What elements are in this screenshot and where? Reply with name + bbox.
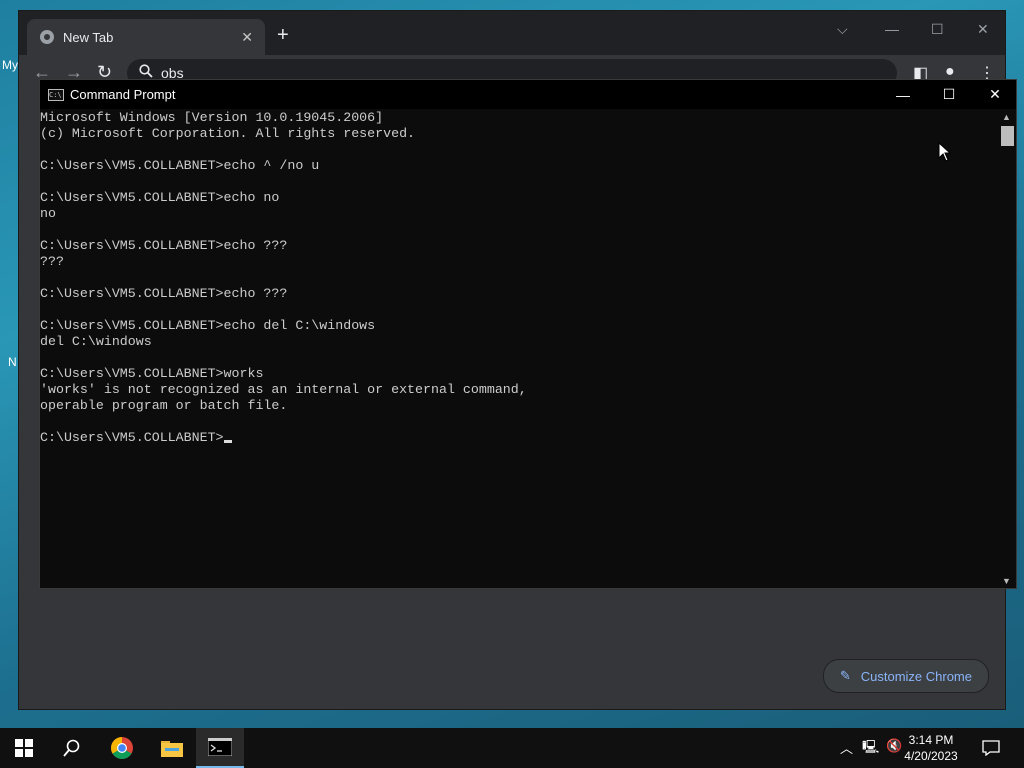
- start-button[interactable]: [0, 728, 48, 768]
- console-output[interactable]: Microsoft Windows [Version 10.0.19045.20…: [40, 110, 998, 588]
- taskbar-command-prompt[interactable]: [196, 728, 244, 768]
- taskbar-search-button[interactable]: [48, 728, 96, 768]
- notification-center-button[interactable]: [968, 728, 1014, 768]
- console-line: C:\Users\VM5.COLLABNET>echo no: [40, 190, 280, 205]
- console-line: C:\Users\VM5.COLLABNET>echo ???: [40, 286, 288, 301]
- taskbar-chrome[interactable]: [98, 728, 146, 768]
- console-line: C:\Users\VM5.COLLABNET>works: [40, 366, 264, 381]
- console-line: C:\Users\VM5.COLLABNET>echo ???: [40, 238, 288, 253]
- cmd-maximize-button[interactable]: ☐: [926, 80, 972, 109]
- clock-date: 4/20/2023: [904, 749, 958, 763]
- show-hidden-icons-chevron-icon[interactable]: ︿: [840, 738, 853, 757]
- scroll-up-arrow-icon[interactable]: ▲: [1002, 112, 1011, 122]
- command-prompt-titlebar[interactable]: C:\ Command Prompt — ☐ ✕: [40, 80, 1016, 109]
- taskbar: ︿ 🖳 🔇 3:14 PM 4/20/2023: [0, 728, 1024, 768]
- tab-close-icon[interactable]: ✕: [241, 29, 253, 46]
- console-line: C:\Users\VM5.COLLABNET>echo ^ /no u: [40, 158, 320, 173]
- desktop-icon-label-my[interactable]: My: [2, 58, 18, 72]
- chrome-minimize-button[interactable]: —: [885, 21, 899, 37]
- chrome-favicon-icon: [40, 30, 54, 44]
- console-line: del C:\windows: [40, 334, 152, 349]
- console-line: 'works' is not recognized as an internal…: [40, 382, 527, 397]
- console-line: (c) Microsoft Corporation. All rights re…: [40, 126, 416, 141]
- text-cursor: [223, 440, 232, 443]
- scroll-down-arrow-icon[interactable]: ▼: [1002, 576, 1011, 586]
- console-prompt-line[interactable]: C:\Users\VM5.COLLABNET>: [40, 430, 998, 446]
- console-line: ???: [40, 254, 64, 269]
- scrollbar-thumb[interactable]: [1001, 126, 1014, 146]
- customize-chrome-button[interactable]: ✎ Customize Chrome: [822, 659, 989, 693]
- command-prompt-title: Command Prompt: [70, 87, 176, 102]
- taskbar-clock[interactable]: 3:14 PM 4/20/2023: [896, 732, 966, 764]
- console-prompt: C:\Users\VM5.COLLABNET>: [40, 430, 224, 445]
- file-explorer-icon: [161, 741, 183, 757]
- network-icon[interactable]: 🖳: [862, 738, 879, 760]
- taskbar-file-explorer[interactable]: [148, 728, 196, 768]
- customize-chrome-label: Customize Chrome: [860, 668, 972, 684]
- chrome-close-button[interactable]: ✕: [977, 21, 989, 38]
- tab-title: New Tab: [63, 29, 114, 45]
- mouse-pointer-icon: [938, 142, 952, 162]
- pencil-icon: ✎: [839, 668, 851, 683]
- windows-logo-icon: [15, 739, 33, 757]
- console-scrollbar[interactable]: ▲ ▼: [999, 110, 1016, 588]
- command-prompt-icon: C:\: [48, 88, 64, 101]
- tab-new-tab[interactable]: New Tab ✕: [27, 19, 265, 55]
- new-tab-button[interactable]: +: [277, 25, 289, 45]
- command-prompt-icon: [208, 738, 232, 756]
- cmd-minimize-button[interactable]: —: [880, 80, 926, 109]
- notification-icon: [982, 740, 1000, 756]
- cmd-close-button[interactable]: ✕: [972, 80, 1018, 109]
- clock-time: 3:14 PM: [908, 733, 954, 747]
- chrome-icon: [111, 737, 133, 759]
- chrome-maximize-button[interactable]: ☐: [931, 21, 944, 38]
- search-icon: [63, 739, 80, 757]
- console-line: no: [40, 206, 56, 221]
- console-line: C:\Users\VM5.COLLABNET>echo del C:\windo…: [40, 318, 376, 333]
- desktop-icon-label-n[interactable]: N: [8, 355, 17, 369]
- chrome-tab-strip: New Tab ✕ + ⌵ — ☐ ✕: [19, 11, 1005, 55]
- tab-search-chevron-icon[interactable]: ⌵: [837, 21, 848, 38]
- console-line: operable program or batch file.: [40, 398, 288, 413]
- console-line: Microsoft Windows [Version 10.0.19045.20…: [40, 110, 384, 125]
- command-prompt-window[interactable]: C:\ Command Prompt — ☐ ✕ Microsoft Windo…: [39, 79, 1017, 589]
